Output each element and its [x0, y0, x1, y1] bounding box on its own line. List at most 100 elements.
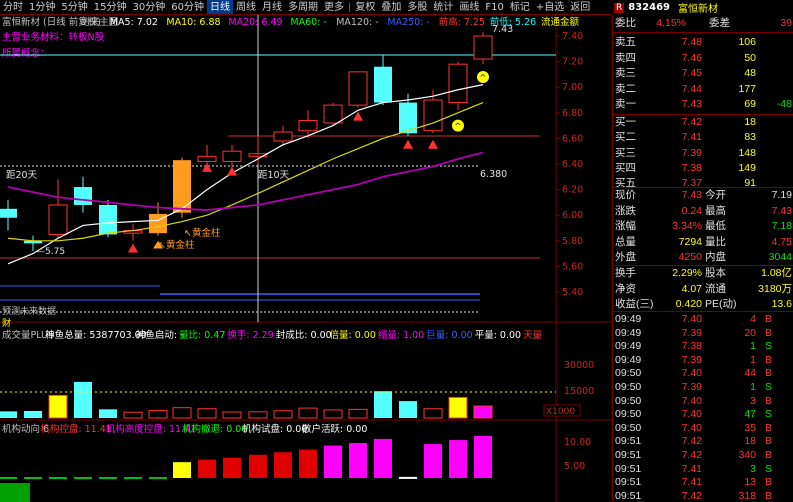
volume-bar-6: [148, 410, 168, 419]
kline-chart-area[interactable]: 富恒新材 (日线 前复权)剑来主图MA5: 7.02 MA10: 6.88 MA20…: [0, 15, 612, 502]
volume-bar-12: [298, 407, 318, 419]
quote-separator: [613, 311, 793, 312]
stat-row-0: 现价 7.43 今开 7.19: [613, 189, 793, 202]
stat-row-3: 总量 7294 量比 4.75: [613, 236, 793, 249]
indicator-bar-1: [24, 477, 42, 479]
tick-time: 09:50: [615, 367, 642, 380]
period-tab-3[interactable]: 15分钟: [91, 0, 130, 14]
price-tick-label: 6.80: [562, 108, 583, 119]
ask-price: 7.44: [681, 82, 702, 95]
toolbar-button-8[interactable]: 返回: [567, 0, 593, 14]
price-tick-label: 5.60: [562, 261, 583, 272]
tick-time: 09:51: [615, 435, 642, 448]
stat-value: 0.420: [675, 298, 702, 310]
stat-label: PE(动): [705, 298, 737, 310]
ask-volume: 177: [738, 82, 756, 95]
ask-row-4: 卖一 7.43 69 -48: [613, 98, 793, 111]
volume-bar-3: [74, 381, 92, 418]
stat-label: 涨幅: [615, 220, 636, 232]
buy-signal-triangle: [128, 243, 138, 253]
toolbar-button-5[interactable]: F10: [482, 0, 506, 14]
tick-row-13: 09:51 7.42 318 B: [613, 490, 793, 502]
ask-label: 卖一: [615, 98, 636, 110]
toolbar-button-2[interactable]: 多股: [404, 0, 430, 14]
tick-volume: 1: [750, 381, 756, 393]
stat-label: 今开: [705, 189, 726, 201]
tick-time: 09:49: [615, 353, 642, 366]
period-tab-8[interactable]: 月线: [259, 0, 285, 14]
toolbar-button-6[interactable]: 标记: [507, 0, 533, 14]
stat-value: 4250: [678, 251, 702, 263]
period-tab-6[interactable]: 日线: [206, 0, 233, 14]
period-tab-4[interactable]: 30分钟: [129, 0, 168, 14]
stock-code: 832469: [628, 2, 671, 13]
indicator-bar-16: [399, 476, 417, 479]
tick-row-11: 09:51 7.41 3 S: [613, 463, 793, 476]
tick-price: 7.42: [681, 449, 702, 461]
tick-side: B: [764, 476, 772, 489]
tick-side: B: [764, 435, 772, 448]
toolbar-button-3[interactable]: 统计: [430, 0, 456, 14]
bid-row-3: 买四 7.38 149: [613, 162, 793, 175]
tick-volume: 340: [738, 449, 756, 461]
bid-diff-label: 委差: [709, 17, 730, 29]
main-legend-item-2: MA5: 7.02: [110, 17, 158, 28]
tick-volume: 318: [738, 489, 756, 502]
tick-volume: 1: [750, 340, 756, 353]
indicator-bar-13: [324, 445, 342, 478]
signal-circle-glyph: ^: [480, 73, 487, 82]
ask-price: 7.45: [681, 67, 702, 79]
stat-value: 0.24: [681, 204, 702, 217]
ind-legend-item-3: 机构撤退: 0.00: [182, 423, 247, 435]
stock-header: R 832469 富恒新材: [612, 0, 793, 15]
volume-bar-10: [248, 411, 268, 419]
tick-row-3: 09:49 7.39 1 B: [613, 354, 793, 367]
price-tick-label: 6.60: [562, 133, 583, 144]
period-tab-1[interactable]: 1分钟: [26, 0, 58, 14]
volume-bar-8: [197, 408, 217, 419]
low-price-label: —5.75: [36, 247, 65, 257]
main-legend-item-5: MA60: -: [290, 17, 326, 28]
price-tick-label: 7.20: [562, 57, 583, 68]
signal-circle-glyph: ^: [455, 122, 462, 131]
tick-price: 7.39: [681, 381, 702, 393]
ask-row-0: 卖五 7.48 106: [613, 36, 793, 49]
stat-row-1: 涨跌 0.24 最高 7.43: [613, 205, 793, 218]
toolbar-button-4[interactable]: 画线: [456, 0, 482, 14]
buy-signal-triangle: [403, 139, 413, 149]
stat-row-2: 涨幅 3.34% 最低 7.18: [613, 220, 793, 233]
period-tab-5[interactable]: 60分钟: [168, 0, 207, 14]
stat-value: 4.07: [681, 282, 702, 295]
ask-price: 7.43: [681, 98, 702, 110]
tick-price: 7.42: [681, 435, 702, 448]
quote-separator: [613, 187, 793, 188]
stat-label: 净资: [615, 282, 636, 295]
main-note-0: 主营业务材料：转板N股: [2, 31, 105, 43]
ind-tick-label: 5.00: [564, 461, 585, 472]
toolbar-button-0[interactable]: 复权: [352, 0, 378, 14]
period-tab-0[interactable]: 分时: [0, 0, 26, 14]
candle-body-14: [348, 71, 368, 106]
tick-time: 09:50: [615, 421, 642, 434]
candle-body-19: [473, 35, 493, 60]
tick-price: 7.40: [681, 408, 702, 421]
main-legend-item-4: MA20: 6.49: [228, 17, 282, 28]
vol-tick-label: 15000: [564, 386, 594, 397]
period-tab-10[interactable]: 更多: [321, 0, 347, 14]
volume-bar-1: [24, 410, 42, 418]
volume-bar-16: [399, 401, 417, 418]
stat-label: 最低: [705, 220, 726, 232]
indicator-bar-19: [474, 436, 492, 478]
stat-label: 量比: [705, 235, 726, 248]
tick-price: 7.40: [681, 394, 702, 407]
price-tick-label: 5.40: [562, 287, 583, 298]
toolbar-button-7[interactable]: +自选: [533, 0, 567, 14]
toolbar-button-1[interactable]: 叠加: [378, 0, 404, 14]
tick-volume: 18: [744, 435, 756, 448]
period-tab-7[interactable]: 周线: [233, 0, 259, 14]
tick-price: 7.41: [681, 462, 702, 475]
ask-price: 7.46: [681, 51, 702, 64]
period-tab-9[interactable]: 多周期: [285, 0, 321, 14]
period-tab-2[interactable]: 5分钟: [58, 0, 90, 14]
tick-row-4: 09:50 7.40 44 B: [613, 367, 793, 380]
